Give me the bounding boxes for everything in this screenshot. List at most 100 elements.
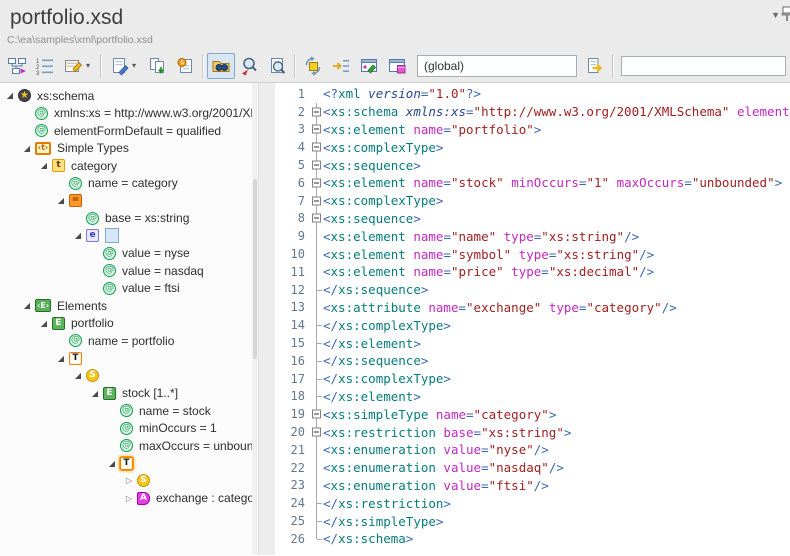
window-edit-button[interactable] bbox=[355, 53, 383, 79]
tree-item[interactable]: ◢= bbox=[0, 192, 252, 210]
fold-toggle[interactable] bbox=[312, 107, 321, 116]
code-line[interactable]: 18 </xs:element> bbox=[275, 388, 790, 406]
tree-scrollbar-thumb[interactable] bbox=[253, 179, 257, 359]
tree-item[interactable]: @value = nasdaq bbox=[0, 262, 252, 280]
fold-toggle[interactable] bbox=[312, 125, 321, 134]
fold-gutter bbox=[310, 174, 323, 192]
tree-item[interactable]: @maxOccurs = unbounded bbox=[0, 437, 252, 455]
panel-divider[interactable] bbox=[258, 83, 275, 555]
tree-item[interactable]: ◢★xs:schema bbox=[0, 87, 252, 105]
fold-toggle[interactable] bbox=[312, 161, 321, 170]
document-badge-button[interactable] bbox=[171, 53, 199, 79]
edit-document-button[interactable]: ▾ bbox=[105, 53, 143, 79]
expander-closed-icon[interactable]: ▷ bbox=[121, 476, 137, 485]
code-line[interactable]: 12 </xs:sequence> bbox=[275, 281, 790, 299]
window-cube-button[interactable] bbox=[383, 53, 411, 79]
find-in-files-button[interactable] bbox=[207, 53, 235, 79]
fold-toggle[interactable] bbox=[312, 196, 321, 205]
tree-item[interactable]: @base = xs:string bbox=[0, 210, 252, 228]
expander-open-icon[interactable]: ◢ bbox=[70, 371, 86, 380]
code-line[interactable]: 7 <xs:complexType> bbox=[275, 192, 790, 210]
tree-scrollbar[interactable] bbox=[252, 83, 258, 555]
expander-open-icon[interactable]: ◢ bbox=[104, 459, 120, 468]
tree-item[interactable]: ◢T bbox=[0, 350, 252, 368]
properties-button[interactable]: ▾ bbox=[59, 53, 97, 79]
code-line[interactable]: 13 <xs:attribute name="exchange" type="c… bbox=[275, 299, 790, 317]
expander-closed-icon[interactable]: ▷ bbox=[121, 494, 137, 503]
fold-toggle[interactable] bbox=[312, 143, 321, 152]
tree-item[interactable]: ▷S bbox=[0, 472, 252, 490]
tree-item[interactable]: ◢‹t›Simple Types bbox=[0, 140, 252, 158]
refresh-schema-button[interactable] bbox=[299, 53, 327, 79]
tree-item[interactable]: ◢e bbox=[0, 227, 252, 245]
tree-item[interactable]: @minOccurs = 1 bbox=[0, 420, 252, 438]
goto-definition-button[interactable] bbox=[327, 53, 355, 79]
restr-icon: = bbox=[69, 194, 82, 207]
tree-item[interactable]: ◢tcategory bbox=[0, 157, 252, 175]
find-symbol-button[interactable] bbox=[235, 53, 263, 79]
tree-item[interactable]: @value = nyse bbox=[0, 245, 252, 263]
code-line[interactable]: 2<xs:schema xmlns:xs="http://www.w3.org/… bbox=[275, 103, 790, 121]
tree-item[interactable]: @name = category bbox=[0, 175, 252, 193]
tree-item[interactable]: ◢‹E›Elements bbox=[0, 297, 252, 315]
code-line[interactable]: 10 <xs:element name="symbol" type="xs:st… bbox=[275, 245, 790, 263]
tree-item[interactable]: @name = stock bbox=[0, 402, 252, 420]
fold-gutter bbox=[310, 103, 323, 121]
tree-item[interactable]: ▷Aexchange : category bbox=[0, 490, 252, 508]
tree-item[interactable]: @xmlns:xs = http://www.w3.org/2001/XMLSc… bbox=[0, 105, 252, 123]
tree-item[interactable]: ◢Eportfolio bbox=[0, 315, 252, 333]
fold-toggle[interactable] bbox=[312, 214, 321, 223]
code-line[interactable]: 6 <xs:element name="stock" minOccurs="1"… bbox=[275, 174, 790, 192]
schema-view-button[interactable] bbox=[3, 53, 31, 79]
code-line[interactable]: 25 </xs:simpleType> bbox=[275, 512, 790, 530]
expander-open-icon[interactable]: ◢ bbox=[53, 354, 69, 363]
tree-item[interactable]: ◢S bbox=[0, 367, 252, 385]
expander-open-icon[interactable]: ◢ bbox=[19, 301, 35, 310]
code-line[interactable]: 3 <xs:element name="portfolio"> bbox=[275, 121, 790, 139]
outline-view-button[interactable]: 1 2 3 bbox=[31, 53, 59, 79]
fold-toggle[interactable] bbox=[312, 178, 321, 187]
code-line[interactable]: 1 <?xml version="1.0"?> bbox=[275, 85, 790, 103]
find-in-document-button[interactable] bbox=[263, 53, 291, 79]
code-line[interactable]: 14 </xs:complexType> bbox=[275, 316, 790, 334]
code-line[interactable]: 24 </xs:restriction> bbox=[275, 494, 790, 512]
fold-toggle[interactable] bbox=[312, 410, 321, 419]
code-line[interactable]: 9 <xs:element name="name" type="xs:strin… bbox=[275, 227, 790, 245]
code-line[interactable]: 8 <xs:sequence> bbox=[275, 210, 790, 228]
code-line[interactable]: 5 <xs:sequence> bbox=[275, 156, 790, 174]
line-number: 15 bbox=[275, 334, 310, 352]
code-line[interactable]: 19 <xs:simpleType name="category"> bbox=[275, 405, 790, 423]
code-line[interactable]: 16 </xs:sequence> bbox=[275, 352, 790, 370]
code-line[interactable]: 4 <xs:complexType> bbox=[275, 138, 790, 156]
fold-line bbox=[316, 227, 317, 245]
copy-document-button[interactable] bbox=[143, 53, 171, 79]
code-line[interactable]: 21 <xs:enumeration value="nyse"/> bbox=[275, 441, 790, 459]
go-apply-button[interactable] bbox=[581, 53, 609, 79]
expander-open-icon[interactable]: ◢ bbox=[70, 231, 86, 240]
code-line[interactable]: 23 <xs:enumeration value="ftsi"/> bbox=[275, 477, 790, 495]
tree-item[interactable]: ◢T bbox=[0, 455, 252, 473]
expander-open-icon[interactable]: ◢ bbox=[87, 389, 103, 398]
code-line[interactable]: 26</xs:schema> bbox=[275, 530, 790, 548]
scope-selector[interactable]: (global) bbox=[417, 55, 577, 77]
chevron-down-icon[interactable]: ▼ bbox=[771, 10, 780, 20]
expander-open-icon[interactable]: ◢ bbox=[19, 144, 35, 153]
pin-icon[interactable] bbox=[781, 6, 790, 22]
expander-open-icon[interactable]: ◢ bbox=[36, 319, 52, 328]
code-line[interactable]: 22 <xs:enumeration value="nasdaq"/> bbox=[275, 459, 790, 477]
tree-item[interactable]: @elementFormDefault = qualified bbox=[0, 122, 252, 140]
code-line[interactable]: 11 <xs:element name="price" type="xs:dec… bbox=[275, 263, 790, 281]
fold-toggle[interactable] bbox=[312, 428, 321, 437]
tree-item[interactable]: ◢Estock [1..*] bbox=[0, 385, 252, 403]
expander-open-icon[interactable]: ◢ bbox=[2, 91, 18, 100]
expander-open-icon[interactable]: ◢ bbox=[53, 196, 69, 205]
xml-source-editor[interactable]: 1 <?xml version="1.0"?>2<xs:schema xmlns… bbox=[275, 83, 790, 555]
tree-item[interactable]: @name = portfolio bbox=[0, 332, 252, 350]
search-input[interactable] bbox=[621, 56, 786, 76]
expander-open-icon[interactable]: ◢ bbox=[36, 161, 52, 170]
tree-item[interactable]: @value = ftsi bbox=[0, 280, 252, 298]
code-line[interactable]: 15 </xs:element> bbox=[275, 334, 790, 352]
gutter bbox=[310, 299, 323, 317]
code-line[interactable]: 17 </xs:complexType> bbox=[275, 370, 790, 388]
code-line[interactable]: 20 <xs:restriction base="xs:string"> bbox=[275, 423, 790, 441]
